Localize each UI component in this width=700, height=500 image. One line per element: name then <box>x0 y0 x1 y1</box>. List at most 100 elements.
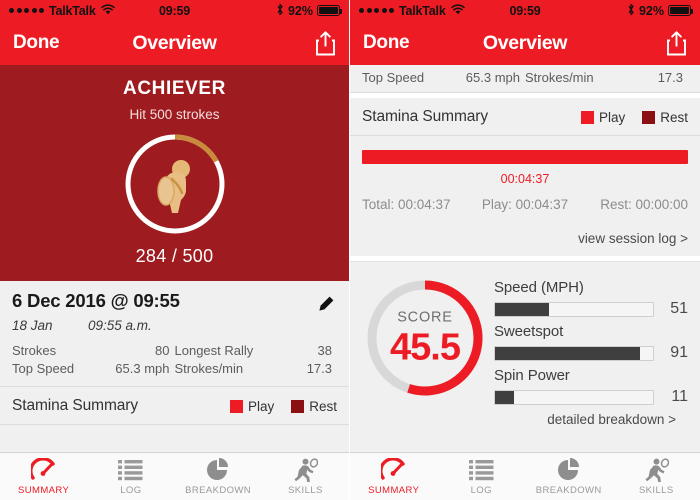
stamina-legend: Play Rest <box>580 109 688 125</box>
skill-value: 51 <box>670 300 688 317</box>
achievement-banner: ACHIEVER Hit 500 strokes 284 / 500 <box>0 65 349 281</box>
stamina-play: Play: 00:04:37 <box>481 197 569 212</box>
legend-label-play: Play <box>598 109 626 125</box>
stat-value: 65.3 mph <box>115 361 170 376</box>
stamina-total: Total: 00:04:37 <box>362 197 451 212</box>
skill-item: Spin Power 11 <box>494 367 688 406</box>
skill-bars: Speed (MPH) 51 Sweetspot 91 Spin Power 1… <box>488 275 688 427</box>
tab-breakdown[interactable]: BREAKDOWN <box>525 457 613 496</box>
session-sub-time: 09:55 a.m. <box>88 318 152 333</box>
achievement-subtitle: Hit 500 strokes <box>129 107 220 122</box>
stat-value: 17.3 <box>657 70 683 85</box>
share-icon[interactable] <box>666 30 687 56</box>
legend-swatch-rest <box>642 110 656 124</box>
stat-label: Strokes/min <box>525 70 594 85</box>
score-value: 45.5 <box>390 325 461 368</box>
status-bar-right: 92% <box>627 3 694 19</box>
stat-label: Longest Rally <box>174 343 254 358</box>
detailed-breakdown-link[interactable]: detailed breakdown > <box>494 406 688 427</box>
done-button[interactable]: Done <box>363 32 410 54</box>
score-readout: SCORE 45.5 <box>362 310 488 366</box>
list-icon <box>438 457 526 483</box>
stat-value: 38 <box>317 343 332 358</box>
stamina-rest: Rest: 00:00:00 <box>600 197 689 212</box>
stat-value: 65.3 mph <box>465 70 520 85</box>
stamina-summary-title: Stamina Summary <box>12 397 138 414</box>
left-phone-screen: TalkTalk 09:59 92% Done Overview ACHIEVE… <box>0 0 350 500</box>
stat-row: Strokes 80 <box>12 342 170 360</box>
stamina-summary-title: Stamina Summary <box>362 108 488 125</box>
tab-summary[interactable]: SUMMARY <box>0 457 87 496</box>
skill-value: 11 <box>671 388 688 405</box>
speedometer-icon <box>350 457 438 483</box>
tab-label: LOG <box>120 485 142 496</box>
tab-skills[interactable]: SKILLS <box>613 457 700 496</box>
done-button[interactable]: Done <box>13 32 60 54</box>
score-label: SCORE <box>397 309 453 326</box>
stat-row: Top Speed 65.3 mph <box>12 360 170 378</box>
battery-percent-label: 92% <box>287 3 313 18</box>
pie-chart-icon <box>525 457 613 483</box>
pencil-edit-icon[interactable] <box>317 295 335 313</box>
skill-progress-bar <box>494 345 654 361</box>
skill-item: Sweetspot 91 <box>494 323 688 362</box>
battery-icon <box>317 5 343 16</box>
tab-log[interactable]: LOG <box>87 457 174 496</box>
view-session-log-link[interactable]: view session log > <box>350 220 700 256</box>
battery-icon <box>668 5 694 16</box>
bottom-tab-bar: SUMMARY LOG BREAKDOWN SKILLS <box>0 452 349 500</box>
stat-label: Strokes/min <box>174 361 244 376</box>
tab-summary[interactable]: SUMMARY <box>350 457 438 496</box>
achievement-title: ACHIEVER <box>123 78 226 99</box>
score-gauge: SCORE 45.5 <box>362 275 488 401</box>
stat-value: 17.3 <box>306 361 332 376</box>
session-subtitle: 18 Jan 09:55 a.m. <box>12 318 337 333</box>
stat-label: Strokes <box>12 343 57 358</box>
skill-item: Speed (MPH) 51 <box>494 279 688 318</box>
skill-progress-bar <box>494 389 654 405</box>
pie-chart-icon <box>175 457 262 483</box>
tennis-player-icon <box>262 457 349 483</box>
stamina-timeline: 00:04:37 Total: 00:04:37 Play: 00:04:37 … <box>350 136 700 220</box>
tab-label: SKILLS <box>638 485 674 496</box>
bluetooth-icon <box>276 3 284 19</box>
stamina-bar-label: 00:04:37 <box>500 172 550 186</box>
nav-bar: Done Overview <box>350 21 700 65</box>
stamina-summary-header: Stamina Summary Play Rest <box>350 98 700 136</box>
stat-value: 80 <box>155 343 170 358</box>
skill-label: Speed (MPH) <box>494 279 584 296</box>
status-bar: TalkTalk 09:59 92% <box>350 0 700 21</box>
skill-label: Spin Power <box>494 367 570 384</box>
bluetooth-icon <box>627 3 635 19</box>
bottom-tab-bar: SUMMARY LOG BREAKDOWN SKILLS <box>350 452 700 500</box>
session-stats-right: Strokes/min 17.3 <box>525 69 688 87</box>
tab-label: BREAKDOWN <box>535 485 602 496</box>
speedometer-icon <box>0 457 87 483</box>
legend-swatch-play <box>229 399 243 413</box>
list-icon <box>87 457 174 483</box>
session-stats-partial: Top Speed 65.3 mph Strokes/min 17.3 <box>350 65 700 93</box>
session-stats-left: Top Speed 65.3 mph <box>362 69 525 87</box>
tab-label: LOG <box>470 485 492 496</box>
skill-value: 91 <box>670 344 688 361</box>
legend-label-rest: Rest <box>660 109 688 125</box>
tab-label: SKILLS <box>288 485 323 496</box>
tab-log[interactable]: LOG <box>438 457 526 496</box>
stamina-legend: Play Rest <box>229 398 337 414</box>
tennis-player-icon <box>613 457 700 483</box>
session-stats-left: Strokes 80 Top Speed 65.3 mph <box>12 342 175 378</box>
stat-row: Strokes/min 17.3 <box>525 69 683 87</box>
tab-skills[interactable]: SKILLS <box>262 457 349 496</box>
stamina-totals: Total: 00:04:37 Play: 00:04:37 Rest: 00:… <box>362 197 688 212</box>
stamina-summary-header: Stamina Summary Play Rest <box>0 387 349 425</box>
score-section: SCORE 45.5 Speed (MPH) 51 Sweetspot 91 S… <box>350 261 700 427</box>
tab-label: SUMMARY <box>368 485 420 496</box>
legend-label-play: Play <box>247 398 275 414</box>
battery-percent-label: 92% <box>638 3 664 18</box>
stat-row: Top Speed 65.3 mph <box>362 69 520 87</box>
status-bar: TalkTalk 09:59 92% <box>0 0 349 21</box>
session-header: 6 Dec 2016 @ 09:55 18 Jan 09:55 a.m. Str… <box>0 281 349 387</box>
side-by-side-screenshots: TalkTalk 09:59 92% Done Overview ACHIEVE… <box>0 0 700 500</box>
share-icon[interactable] <box>315 30 336 56</box>
tab-breakdown[interactable]: BREAKDOWN <box>175 457 262 496</box>
